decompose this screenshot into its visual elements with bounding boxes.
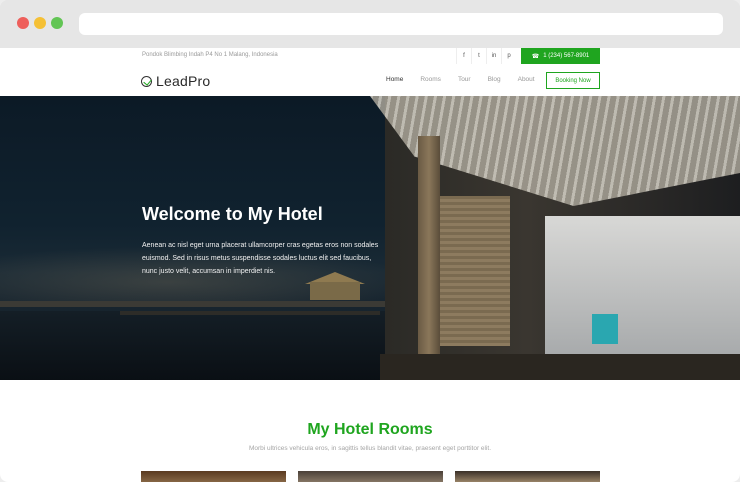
main-navigation: LeadPro Home Rooms Tour Blog About Booki… (0, 66, 740, 96)
booking-now-button[interactable]: Booking Now (546, 72, 600, 89)
nav-item-rooms[interactable]: Rooms (420, 76, 441, 83)
minimize-window-button[interactable] (34, 17, 46, 29)
close-window-button[interactable] (17, 17, 29, 29)
hero-section: Welcome to My Hotel Aenean ac nisl eget … (0, 96, 740, 380)
room-card-image[interactable] (141, 471, 286, 482)
nav-menu: Home Rooms Tour Blog About (386, 76, 552, 83)
social-links: f t in p (456, 48, 516, 64)
facebook-icon[interactable]: f (456, 48, 471, 64)
logo-text: LeadPro (156, 73, 211, 89)
logo[interactable]: LeadPro (141, 73, 210, 89)
web-page: Pondok Blimbing Indah P4 No 1 Malang, In… (0, 48, 740, 482)
rooms-title: My Hotel Rooms (307, 421, 433, 438)
hero-content: Welcome to My Hotel Aenean ac nisl eget … (142, 204, 382, 278)
phone-icon: ☎ (531, 53, 540, 60)
rooms-subtitle: Morbi ultrices vehicula eros, in sagitti… (248, 445, 492, 452)
logo-check-icon (141, 75, 152, 87)
browser-chrome (0, 0, 740, 48)
address-bar[interactable] (79, 13, 723, 35)
maximize-window-button[interactable] (51, 17, 63, 29)
nav-item-about[interactable]: About (518, 76, 535, 83)
address-text: Pondok Blimbing Indah P4 No 1 Malang, In… (142, 52, 278, 58)
phone-number: 1 (234) 567-8901 (543, 53, 590, 59)
room-card-image[interactable] (298, 471, 443, 482)
nav-item-blog[interactable]: Blog (488, 76, 501, 83)
hero-description: Aenean ac nisl eget urna placerat ullamc… (142, 242, 379, 275)
top-bar: Pondok Blimbing Indah P4 No 1 Malang, In… (0, 48, 740, 66)
linkedin-icon[interactable]: in (486, 48, 501, 64)
nav-item-tour[interactable]: Tour (458, 76, 471, 83)
room-card-image[interactable] (455, 471, 600, 482)
browser-window: Pondok Blimbing Indah P4 No 1 Malang, In… (0, 0, 740, 482)
phone-button[interactable]: ☎ 1 (234) 567-8901 (521, 48, 600, 64)
hero-title: Welcome to My Hotel (142, 204, 323, 224)
twitter-icon[interactable]: t (471, 48, 486, 64)
pinterest-icon[interactable]: p (501, 48, 516, 64)
rooms-section: My Hotel Rooms Morbi ultrices vehicula e… (0, 380, 740, 482)
nav-item-home[interactable]: Home (386, 76, 403, 83)
